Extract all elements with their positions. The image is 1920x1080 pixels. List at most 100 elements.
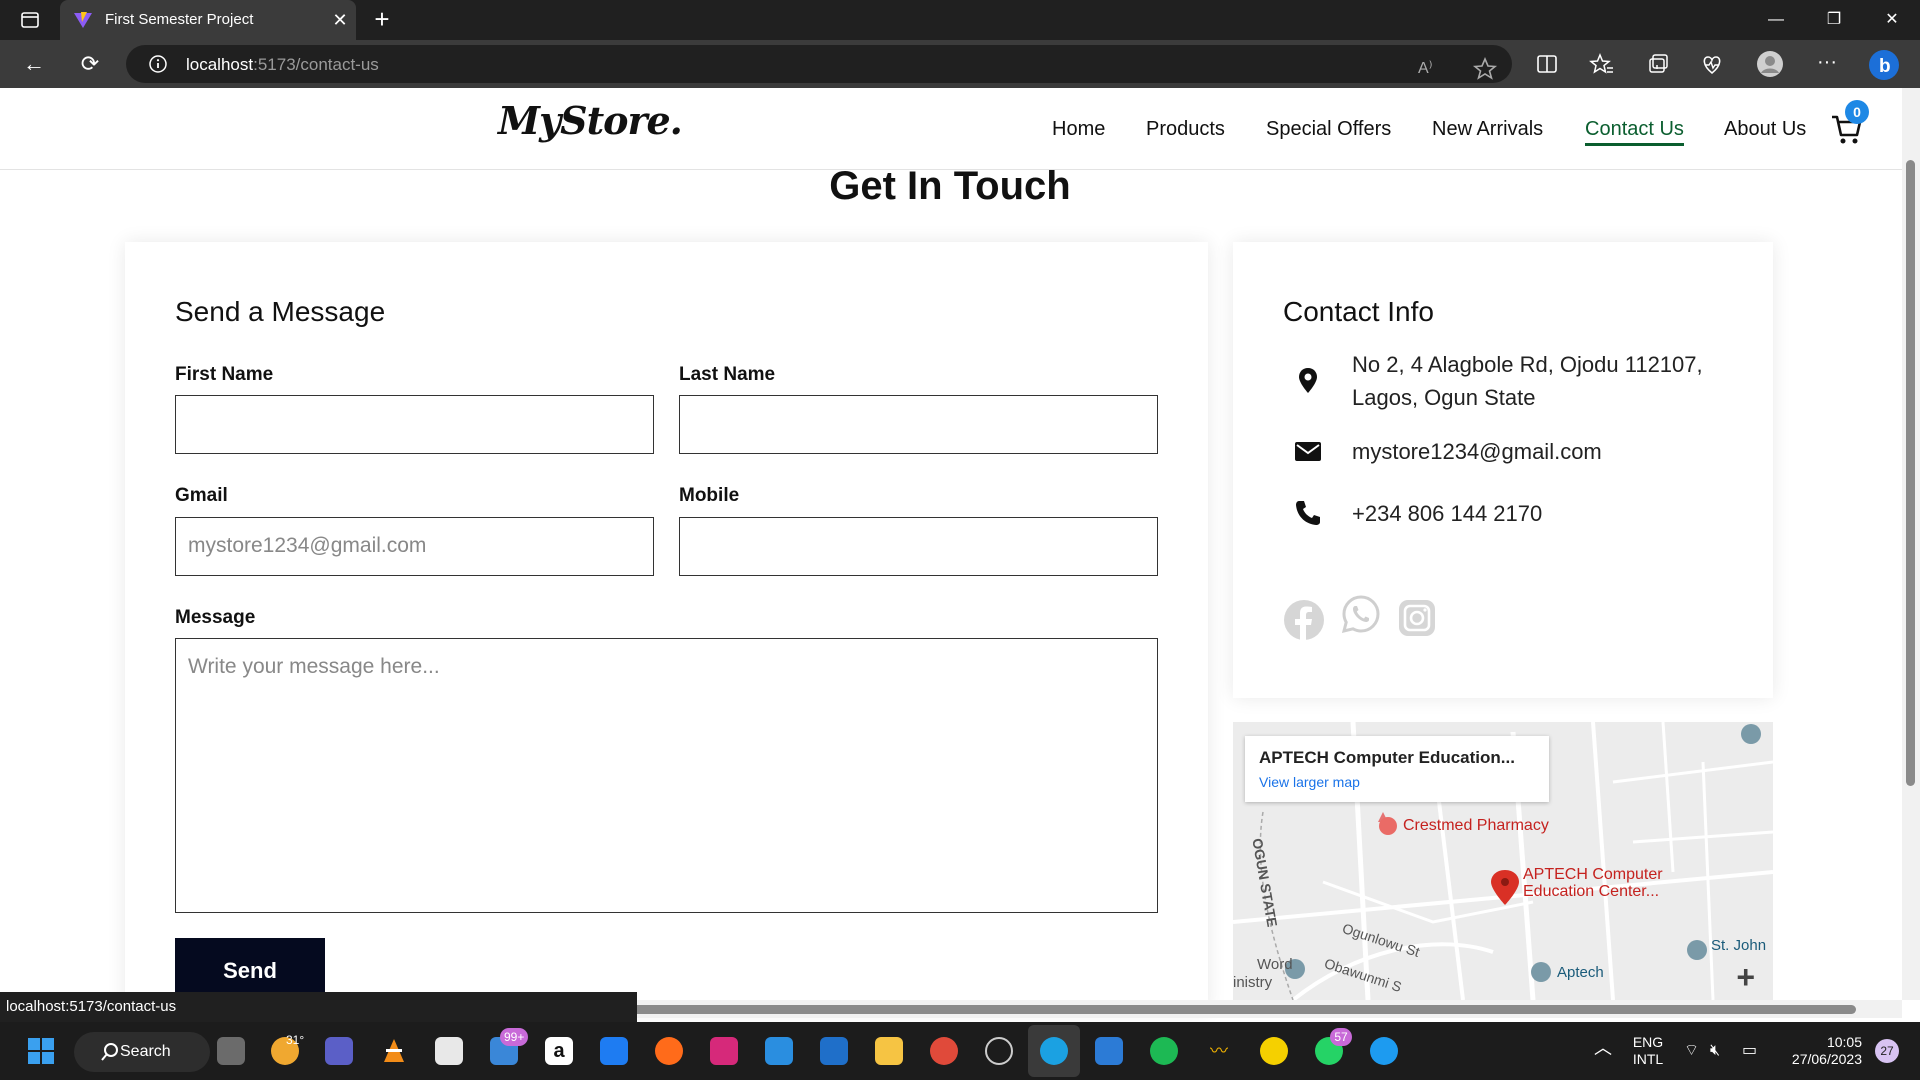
back-button[interactable]: ← bbox=[20, 50, 48, 78]
view-larger-map-link[interactable]: View larger map bbox=[1259, 774, 1360, 790]
favorites-icon[interactable] bbox=[1587, 49, 1617, 79]
facebook-icon[interactable] bbox=[1283, 599, 1325, 641]
map-st-john-label[interactable]: St. John bbox=[1711, 937, 1766, 954]
movies-tv-icon[interactable] bbox=[820, 1037, 848, 1065]
site-info-icon[interactable] bbox=[148, 54, 168, 74]
site-header: MyStore. Home Products Special Offers Ne… bbox=[0, 88, 1902, 170]
language-indicator[interactable]: ENG INTL bbox=[1630, 1034, 1666, 1068]
instagram-icon[interactable] bbox=[1396, 597, 1438, 639]
favorite-star-icon[interactable] bbox=[1470, 54, 1500, 84]
instagram-app-icon[interactable] bbox=[710, 1037, 738, 1065]
microsoft-store-icon[interactable] bbox=[435, 1037, 463, 1065]
search-icon bbox=[100, 1042, 120, 1062]
copilot-icon[interactable]: b bbox=[1868, 49, 1899, 80]
restore-button[interactable]: ❐ bbox=[1820, 6, 1848, 34]
site-logo[interactable]: MyStore. bbox=[498, 98, 683, 143]
collections-icon[interactable] bbox=[1642, 49, 1672, 79]
read-aloud-icon[interactable]: A⁾ bbox=[1418, 54, 1448, 84]
firefox-icon[interactable] bbox=[655, 1037, 683, 1065]
split-screen-icon[interactable] bbox=[1532, 49, 1562, 79]
profile-avatar[interactable] bbox=[1755, 49, 1785, 79]
twitter-icon[interactable] bbox=[1370, 1037, 1398, 1065]
browser-health-icon[interactable] bbox=[1697, 49, 1727, 79]
phone-text[interactable]: +234 806 144 2170 bbox=[1352, 497, 1542, 530]
edge-icon[interactable] bbox=[1040, 1037, 1068, 1065]
task-view-icon[interactable] bbox=[217, 1037, 245, 1065]
mobile-label: Mobile bbox=[679, 485, 740, 506]
nav-products[interactable]: Products bbox=[1146, 118, 1225, 141]
refresh-button[interactable]: ⟳ bbox=[76, 50, 104, 78]
windows-taskbar: Search 31° 99+ a 〰 57 ︿ ENG INTL ⌔ 🔇︎ ▭ … bbox=[0, 1022, 1920, 1080]
browser-tab[interactable]: First Semester Project ✕ bbox=[60, 0, 356, 40]
media-player-icon[interactable] bbox=[985, 1037, 1013, 1065]
map-place-line-1: APTECH Computer bbox=[1523, 866, 1663, 883]
vertical-scroll-thumb[interactable] bbox=[1906, 160, 1915, 786]
whatsapp-icon[interactable] bbox=[1340, 593, 1382, 635]
address-toolbar: ← ⟳ localhost:5173/contact-us A⁾ ··· b bbox=[0, 40, 1920, 88]
address-bar[interactable]: localhost:5173/contact-us A⁾ bbox=[126, 45, 1512, 83]
more-options-icon[interactable]: ··· bbox=[1812, 49, 1842, 79]
first-name-field[interactable] bbox=[175, 395, 654, 454]
last-name-field[interactable] bbox=[679, 395, 1158, 454]
app-icon[interactable] bbox=[1260, 1037, 1288, 1065]
map-zoom-in-button[interactable]: + bbox=[1736, 959, 1755, 996]
spotify-icon[interactable] bbox=[1150, 1037, 1178, 1065]
nav-home[interactable]: Home bbox=[1052, 118, 1105, 141]
last-name-label: Last Name bbox=[679, 364, 776, 385]
lang-line-2: INTL bbox=[1632, 1051, 1664, 1067]
mail-badge: 99+ bbox=[500, 1028, 529, 1046]
teams-chat-icon[interactable] bbox=[325, 1037, 353, 1065]
page-title: Get In Touch bbox=[829, 164, 1071, 208]
email-text[interactable]: mystore1234@gmail.com bbox=[1352, 435, 1602, 468]
tab-title: First Semester Project bbox=[105, 11, 254, 28]
nav-new-arrivals[interactable]: New Arrivals bbox=[1432, 118, 1543, 141]
phone-icon bbox=[1293, 498, 1323, 528]
vlc-icon[interactable] bbox=[380, 1037, 408, 1065]
battery-icon[interactable]: ▭ bbox=[1742, 1042, 1757, 1059]
file-explorer-icon[interactable] bbox=[875, 1037, 903, 1065]
tab-close-icon[interactable]: ✕ bbox=[330, 10, 350, 30]
notepad-icon[interactable] bbox=[765, 1037, 793, 1065]
gmail-field[interactable]: mystore1234@gmail.com bbox=[175, 517, 654, 576]
map-popup-title: APTECH Computer Education... bbox=[1259, 748, 1515, 767]
map-aptech-label[interactable]: APTECH Computer Education Center... bbox=[1523, 866, 1663, 900]
new-tab-button[interactable]: + bbox=[368, 6, 396, 34]
url-host: localhost bbox=[186, 55, 254, 74]
horizontal-scroll-thumb[interactable] bbox=[630, 1005, 1856, 1014]
mobile-field[interactable] bbox=[679, 517, 1158, 576]
tray-overflow-icon[interactable]: ︿ bbox=[1594, 1039, 1612, 1057]
map-place-popup: APTECH Computer Education... View larger… bbox=[1245, 736, 1549, 802]
nav-contact-us[interactable]: Contact Us bbox=[1585, 118, 1684, 146]
start-windows-icon[interactable] bbox=[27, 1037, 55, 1065]
send-message-title: Send a Message bbox=[175, 296, 386, 327]
vscode-icon[interactable] bbox=[1095, 1037, 1123, 1065]
message-label: Message bbox=[175, 607, 256, 628]
url-text[interactable]: localhost:5173/contact-us bbox=[186, 55, 379, 75]
map-aptech-pin-label[interactable]: Aptech bbox=[1557, 964, 1604, 981]
message-textarea[interactable]: Write your message here... bbox=[175, 638, 1158, 913]
address-line-1: No 2, 4 Alagbole Rd, Ojodu 112107, bbox=[1352, 352, 1703, 377]
wifi-icon[interactable]: ⌔ bbox=[1684, 1042, 1699, 1059]
clock[interactable]: 10:05 27/06/2023 bbox=[1780, 1034, 1862, 1068]
mail-icon bbox=[1293, 436, 1323, 466]
chrome-icon[interactable] bbox=[930, 1037, 958, 1065]
close-window-button[interactable]: ✕ bbox=[1878, 6, 1906, 34]
nav-about-us[interactable]: About Us bbox=[1724, 118, 1806, 141]
minimize-button[interactable]: — bbox=[1762, 6, 1790, 34]
map-place-line-2: Education Center... bbox=[1523, 883, 1660, 900]
taskbar-search[interactable]: Search bbox=[74, 1032, 210, 1072]
amazon-icon[interactable]: a bbox=[545, 1037, 573, 1065]
notification-count-badge[interactable]: 27 bbox=[1875, 1039, 1899, 1063]
map-pharmacy-label[interactable]: Crestmed Pharmacy bbox=[1403, 817, 1549, 835]
nav-special-offers[interactable]: Special Offers bbox=[1266, 118, 1391, 141]
google-map[interactable]: APTECH Computer Education... View larger… bbox=[1233, 722, 1773, 1000]
address-line-2: Lagos, Ogun State bbox=[1352, 385, 1536, 410]
vite-favicon-icon bbox=[73, 10, 93, 30]
cart-count-badge: 0 bbox=[1845, 100, 1869, 124]
volume-muted-icon[interactable]: 🔇︎ bbox=[1710, 1042, 1720, 1059]
taskbar-search-label: Search bbox=[120, 1043, 171, 1060]
audiomack-icon[interactable]: 〰 bbox=[1205, 1037, 1233, 1065]
link-status-bubble: localhost:5173/contact-us bbox=[0, 992, 637, 1022]
dropbox-icon[interactable] bbox=[600, 1037, 628, 1065]
tab-actions-icon[interactable] bbox=[20, 10, 40, 30]
